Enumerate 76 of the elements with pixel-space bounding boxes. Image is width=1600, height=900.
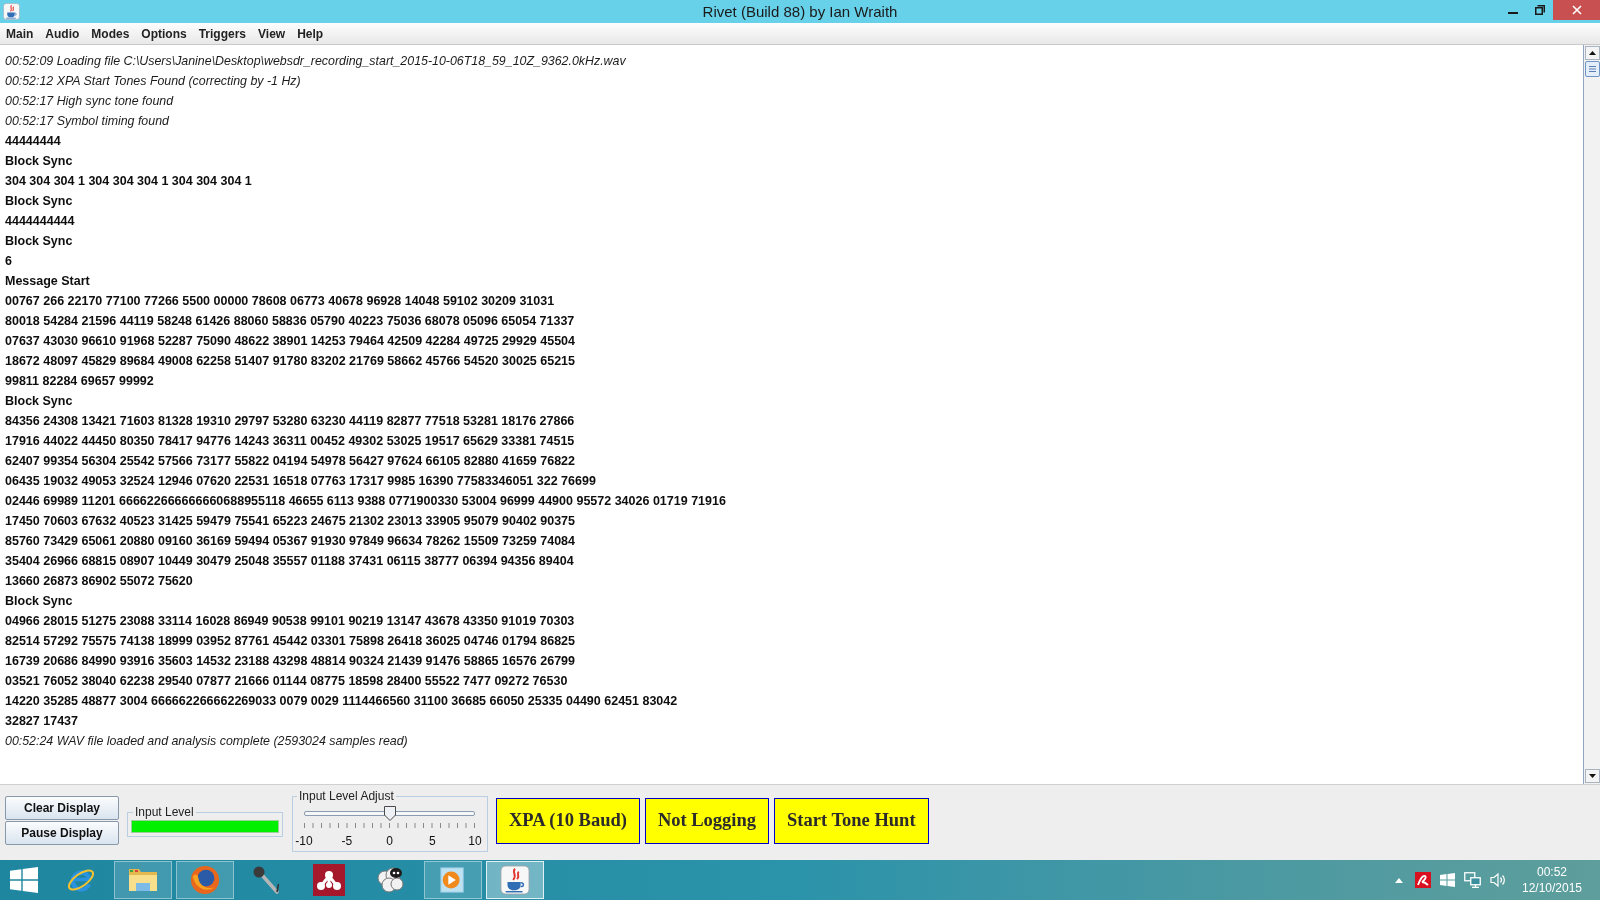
scale-label: 5	[428, 834, 436, 848]
dots-network-icon	[313, 864, 345, 896]
coffee-cup-icon	[500, 865, 530, 895]
log-line: 304 304 304 1 304 304 304 1 304 304 304 1	[5, 173, 252, 190]
menu-item[interactable]: Audio	[39, 23, 86, 44]
log-line: 82514 57292 75575 74138 18999 03952 87761 45442 03301 75898 26418 36025 04746 01794 86825	[5, 633, 575, 650]
menu-item[interactable]: Options	[135, 23, 193, 44]
log-line: 44444444	[5, 133, 61, 150]
log-line: 85760 73429 65061 20880 09160 36169 59494 05367 91930 97849 96634 78262 15509 73259 74084	[5, 533, 575, 550]
log-line: Block Sync	[5, 193, 73, 210]
log-line: Block Sync	[5, 393, 73, 410]
log-line: 00:52:12 XPA Start Tones Found (correcting by -1 Hz)	[5, 73, 301, 90]
menu-item[interactable]: View	[252, 23, 292, 44]
log-line: 35404 26966 68815 08907 10449 30479 25048 35557 01188 37431 06115 38777 06394 94356 89404	[5, 553, 574, 570]
log-line: Block Sync	[5, 233, 73, 250]
scroll-up-icon[interactable]	[1584, 46, 1600, 60]
tick-scale-icon	[304, 823, 476, 828]
log-line: 00:52:09 Loading file C:\Users\Janine\Desktop\websdr_recording_start_2015-10-06T18_59_10Z_9362.0kHz.wav	[5, 53, 626, 70]
log-line: 06435 19032 49053 32524 12946 07620 22531 16518 07763 17317 9985 16390 77583346051 322 76699	[5, 473, 596, 490]
window-panes-icon	[10, 867, 38, 893]
scale-label: 0	[386, 834, 393, 848]
menu-item[interactable]: Modes	[85, 23, 136, 44]
scale-label: -10	[295, 834, 313, 848]
log-line: 04966 28015 51275 23088 33114 16028 86949 90538 99101 90219 13147 43678 43350 91019 70303	[5, 613, 575, 630]
swoosh-tile-icon[interactable]	[1415, 872, 1431, 888]
log-line: 32827 17437	[5, 713, 78, 730]
scale-label: -5	[341, 834, 353, 848]
coffee-cup-icon	[3, 3, 20, 20]
log-line: Block Sync	[5, 153, 73, 170]
log-line: Block Sync	[5, 593, 73, 610]
display-button[interactable]: Pause Display	[5, 821, 119, 845]
sheep-icon	[375, 864, 407, 896]
log-line: 00:52:17 High sync tone found	[5, 93, 174, 110]
log-line: 62407 99354 56304 25542 57566 73177 55822 04194 54978 56427 97624 66105 82880 41659 76822	[5, 453, 575, 470]
window-panes-icon[interactable]	[1440, 873, 1455, 887]
menu-item[interactable]: Triggers	[192, 23, 253, 44]
log-line: 16739 20686 84990 93916 35603 14532 23188 43298 48814 90324 21439 91476 58865 16576 26799	[5, 653, 575, 670]
mode-button[interactable]: XPA (10 Baud)	[496, 798, 640, 844]
log-line: 00767 266 22170 77100 77266 5500 00000 78608 06773 40678 96928 14048 59102 30209 31031	[5, 293, 555, 310]
caret-up-icon	[1395, 877, 1403, 883]
log-line: 6	[5, 253, 12, 270]
log-line: 99811 82284 69657 99992	[5, 373, 154, 390]
log-line: 17916 44022 44450 80350 78417 94776 14243 36311 00452 49302 53025 19517 65629 33381 74515	[5, 433, 575, 450]
log-line: 84356 24308 13421 71603 81328 19310 29797 53280 63230 44119 82877 77518 53281 18176 27866	[5, 413, 575, 430]
log-line: 07637 43030 96610 91968 52287 75090 48622 38901 14253 79464 42509 42284 49725 29929 45504	[5, 333, 575, 350]
menu-item[interactable]: Help	[291, 23, 330, 44]
fox-globe-icon	[190, 865, 220, 895]
minimize-icon	[1507, 12, 1518, 14]
menu-item[interactable]: Main	[0, 23, 40, 44]
log-line: 00:52:24 WAV file loaded and analysis complete (2593024 samples read)	[5, 733, 408, 750]
mode-button[interactable]: Start Tone Hunt	[774, 798, 929, 844]
log-line: 03521 76052 38040 62238 29540 07877 21666 01144 08775 18598 28400 55522 7477 09272 76530	[5, 673, 568, 690]
vertical-scrollbar[interactable]	[1583, 45, 1600, 784]
scroll-thumb[interactable]	[1584, 61, 1600, 77]
log-line: 80018 54284 21596 44119 58248 61426 88060 58836 05790 40223 75036 68078 05096 65054 71337	[5, 313, 575, 330]
display-button[interactable]: Clear Display	[5, 796, 119, 820]
log-line: 14220 35285 48877 3004 666662266662269033 0079 0029 1114466560 31100 36685 66050 25335 04490 62451 83042	[5, 693, 678, 710]
scale-label: 10	[468, 834, 482, 848]
mode-button[interactable]: Not Logging	[644, 798, 770, 844]
speaker-icon[interactable]	[1490, 872, 1506, 888]
log-line: Message Start	[5, 273, 90, 290]
group-label: Input Level Adjust	[298, 789, 395, 803]
log-line: 17450 70603 67632 40523 31425 59479 75541 65223 24675 21302 23013 33905 95079 90402 90375	[5, 513, 575, 530]
window-title: Rivet (Build 88) by Ian Wraith	[702, 1, 898, 22]
close-icon	[1571, 5, 1582, 15]
log-line: 00:52:17 Symbol timing found	[5, 113, 169, 130]
scroll-down-icon[interactable]	[1584, 769, 1600, 783]
log-line: 13660 26873 86902 55072 75620	[5, 573, 193, 590]
log-line: 02446 69989 11201 666622666666660688955118 46655 6113 9388 0771900330 53004 96999 44900 95572 34026 01719 71916	[5, 493, 726, 510]
slider-thumb[interactable]	[383, 806, 396, 821]
log-line: 4444444444	[5, 213, 75, 230]
folder-icon	[127, 866, 159, 894]
group-label: Input Level	[134, 805, 195, 819]
restore-icon	[1534, 5, 1545, 15]
log-line: 18672 48097 45829 89684 49008 62258 51407 91780 83202 21769 58662 45766 54520 30025 65215	[5, 353, 575, 370]
network-icon[interactable]	[1464, 872, 1481, 888]
